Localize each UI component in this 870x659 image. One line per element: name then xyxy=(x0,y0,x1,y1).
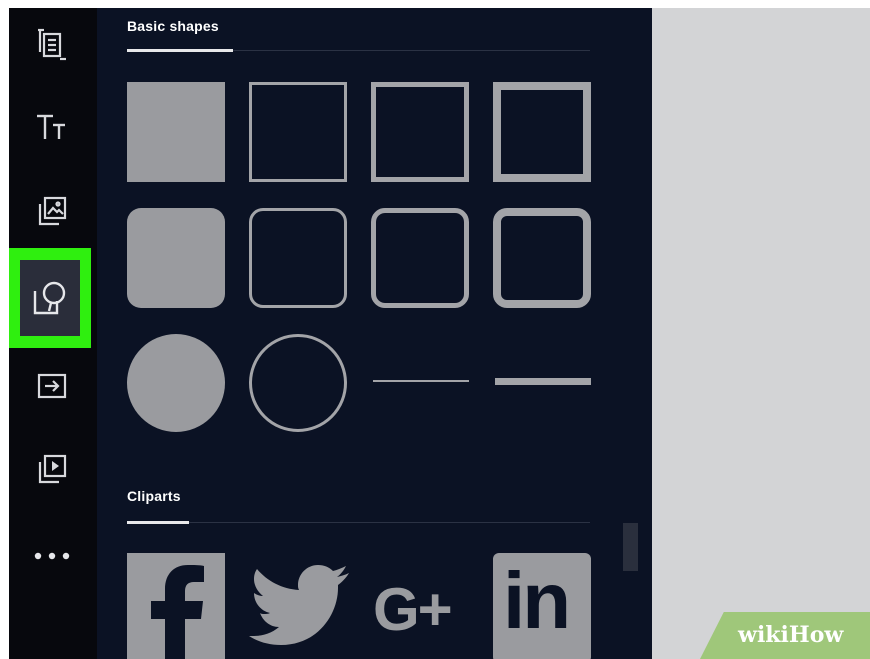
twitter-bird-icon xyxy=(249,565,349,645)
design-canvas[interactable] xyxy=(652,8,870,659)
shape-line-thin[interactable] xyxy=(373,380,469,382)
rail-item-text[interactable] xyxy=(15,92,89,164)
app-frame: Basic shapes Cliparts G+ in xyxy=(9,8,870,659)
panel-scrollbar-thumb[interactable] xyxy=(623,523,638,571)
shape-square-outline-thin[interactable] xyxy=(249,82,347,182)
rail-item-shapes[interactable] xyxy=(9,248,91,348)
shape-square-outline-thick[interactable] xyxy=(493,82,591,182)
shape-square-outline-medium[interactable] xyxy=(371,82,469,182)
cliparts-tab-underline xyxy=(127,521,189,524)
shapes-panel: Basic shapes Cliparts G+ in xyxy=(97,8,652,659)
clipart-facebook[interactable] xyxy=(127,553,225,659)
shape-circle-filled[interactable] xyxy=(127,334,225,432)
wikihow-watermark: wikiHow xyxy=(700,612,870,659)
watermark-logo: wikiHow xyxy=(738,622,843,648)
rail-item-more[interactable] xyxy=(15,520,89,592)
left-tool-rail xyxy=(9,8,97,659)
shape-rounded-square-outline-thin[interactable] xyxy=(249,208,347,308)
rail-item-video[interactable] xyxy=(15,434,89,506)
basic-shapes-title: Basic shapes xyxy=(127,18,219,34)
clipart-twitter[interactable] xyxy=(249,553,353,659)
text-list-icon xyxy=(38,28,66,61)
rail-item-images[interactable] xyxy=(15,176,89,248)
video-stack-icon xyxy=(38,454,67,484)
more-icon xyxy=(34,552,70,560)
basic-shapes-tab-underline xyxy=(127,49,233,52)
clipart-linkedin[interactable]: in xyxy=(493,553,591,659)
import-arrow-icon xyxy=(37,373,67,399)
image-stack-icon xyxy=(38,196,67,226)
shape-circle-outline[interactable] xyxy=(249,334,347,432)
linkedin-icon: in xyxy=(503,556,571,645)
cliparts-divider xyxy=(127,522,590,523)
watermark-how: How xyxy=(788,622,844,648)
shape-rounded-square-filled[interactable] xyxy=(127,208,225,308)
rail-item-shapes-selected xyxy=(20,260,80,336)
rail-item-text-list[interactable] xyxy=(15,8,89,80)
shapes-icon xyxy=(33,281,66,315)
google-plus-icon: G+ xyxy=(373,576,453,643)
rail-item-import[interactable] xyxy=(15,350,89,422)
shape-square-filled[interactable] xyxy=(127,82,225,182)
clipart-google-plus[interactable]: G+ xyxy=(371,553,471,659)
shape-rounded-square-outline-thick[interactable] xyxy=(493,208,591,308)
shape-rounded-square-outline-medium[interactable] xyxy=(371,208,469,308)
watermark-wiki: wiki xyxy=(738,622,789,648)
shape-line-thick[interactable] xyxy=(495,378,591,385)
facebook-icon xyxy=(127,553,225,659)
cliparts-title: Cliparts xyxy=(127,488,181,504)
text-size-icon xyxy=(37,114,65,139)
